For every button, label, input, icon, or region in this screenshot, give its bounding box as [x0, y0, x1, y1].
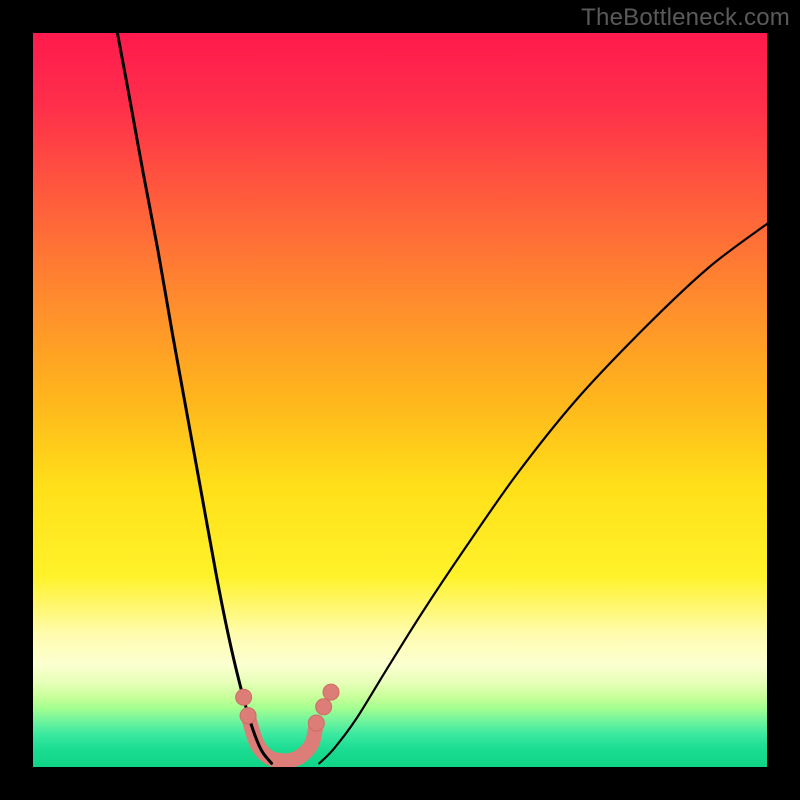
plot-area	[33, 33, 767, 767]
watermark-text: TheBottleneck.com	[581, 4, 790, 32]
marker-dot	[308, 715, 324, 731]
marker-dot	[240, 708, 256, 724]
gradient-background	[33, 33, 767, 767]
marker-dot	[323, 684, 339, 700]
marker-dot	[316, 699, 332, 715]
chart-svg	[33, 33, 767, 767]
marker-dot	[236, 689, 252, 705]
chart-frame: TheBottleneck.com	[0, 0, 800, 800]
